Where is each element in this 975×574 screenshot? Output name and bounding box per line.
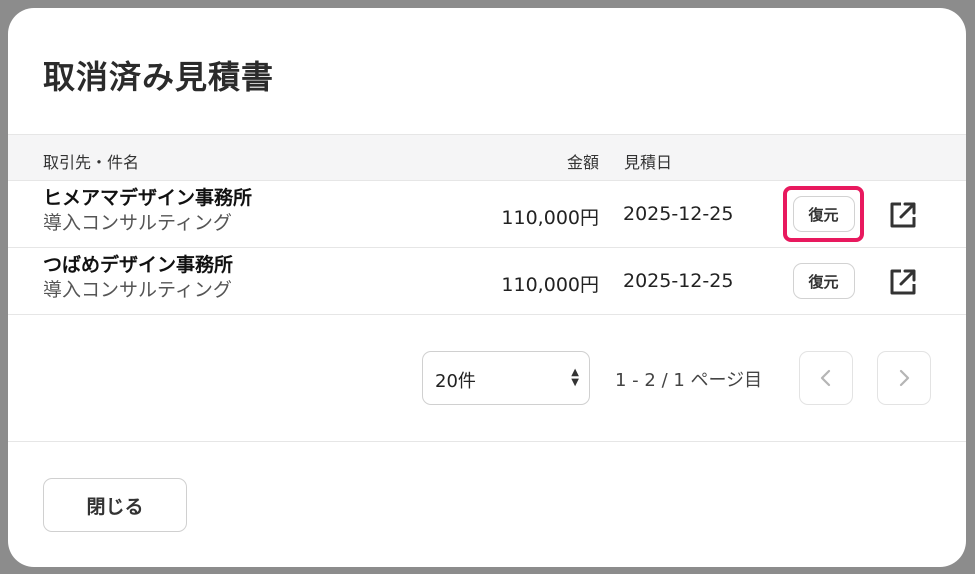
next-page-button[interactable] [877,351,931,405]
close-button[interactable]: 閉じる [43,478,187,532]
select-caret-icon: ▲ ▼ [571,367,579,388]
project-name: 導入コンサルティング [43,279,232,301]
chevron-left-icon [820,369,831,387]
row-name-cell: ヒメアマデザイン事務所 導入コンサルティング [43,186,252,236]
canceled-quotes-dialog: 取消済み見積書 取引先・件名 金額 見積日 ヒメアマデザイン事務所 導入コンサル… [8,8,966,567]
column-header-date: 見積日 [624,153,673,172]
dialog-title: 取消済み見積書 [43,58,275,96]
restore-button[interactable]: 復元 [792,196,855,232]
chevron-right-icon [899,369,910,387]
restore-button[interactable]: 復元 [792,263,855,299]
client-name: ヒメアマデザイン事務所 [43,187,253,209]
date-cell: 2025-12-25 [623,270,734,292]
amount-cell: 110,000円 [501,207,599,229]
project-name: 導入コンサルティング [43,212,232,234]
quotes-table: 取引先・件名 金額 見積日 ヒメアマデザイン事務所 導入コンサルティング 110… [8,134,966,315]
amount-cell: 110,000円 [501,274,599,296]
client-name: つばめデザイン事務所 [43,254,234,276]
table-row: ヒメアマデザイン事務所 導入コンサルティング 110,000円 2025-12-… [8,181,966,248]
page-info: 1 - 2 / 1 ページ目 [615,370,763,391]
table-header: 取引先・件名 金額 見積日 [8,134,966,181]
pagination: 20件 ▲ ▼ 1 - 2 / 1 ページ目 [8,351,966,405]
previous-page-button[interactable] [799,351,853,405]
per-page-select[interactable]: 20件 ▲ ▼ [422,351,590,405]
footer-divider [8,441,966,442]
table-row: つばめデザイン事務所 導入コンサルティング 110,000円 2025-12-2… [8,248,966,315]
date-cell: 2025-12-25 [623,203,734,225]
per-page-value: 20件 [435,371,476,392]
row-name-cell: つばめデザイン事務所 導入コンサルティング [43,253,233,303]
restore-button-wrap: 復元 [783,253,864,309]
external-link-icon[interactable] [887,266,919,298]
column-header-amount: 金額 [566,153,599,172]
restore-highlight-frame: 復元 [783,186,864,242]
external-link-icon[interactable] [887,199,919,231]
column-header-name: 取引先・件名 [43,153,140,172]
